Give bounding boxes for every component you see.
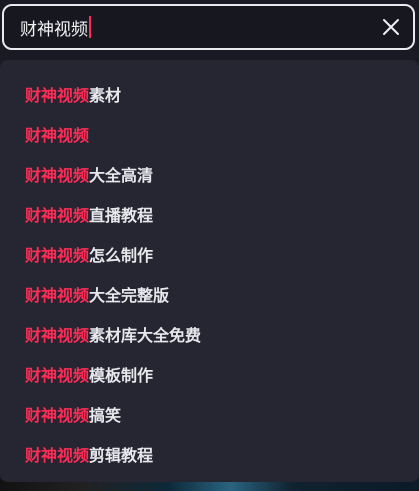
suggestion-highlight: 财神视频 [25,446,90,465]
search-bar[interactable]: 财神视频 [2,4,415,50]
suggestion-item[interactable]: 财神视频 素材 [0,74,419,114]
suggestion-highlight: 财神视频 [25,206,90,225]
suggestion-item[interactable]: 财神视频 大全完整版 [0,274,419,314]
suggestion-text: 搞笑 [89,406,122,425]
suggestion-highlight: 财神视频 [25,126,90,145]
search-suggestions-dropdown: 财神视频 素材 财神视频 财神视频 大全高清 财神视频 直播教程 财神视频 怎么制作 财… [0,60,419,482]
suggestion-item[interactable]: 财神视频 模板制作 [0,354,419,394]
text-cursor [89,16,91,38]
suggestion-highlight: 财神视频 [25,286,90,305]
suggestion-item[interactable]: 财神视频 怎么制作 [0,234,419,274]
suggestion-text: 素材库大全免费 [89,326,202,345]
suggestion-highlight: 财神视频 [25,166,90,185]
suggestion-item[interactable]: 财神视频 素材库大全免费 [0,314,419,354]
suggestion-highlight: 财神视频 [25,326,90,345]
suggestion-item[interactable]: 财神视频 剪辑教程 [0,434,419,474]
suggestion-text: 素材 [89,86,122,105]
suggestion-text: 怎么制作 [89,246,154,265]
close-icon [383,19,399,35]
suggestion-item[interactable]: 财神视频 直播教程 [0,194,419,234]
suggestion-highlight: 财神视频 [25,366,90,385]
suggestion-text: 大全高清 [89,166,154,185]
suggestion-item[interactable]: 财神视频 [0,114,419,154]
suggestion-text: 大全完整版 [89,286,170,305]
suggestion-highlight: 财神视频 [25,86,90,105]
search-input-wrapper[interactable]: 财神视频 [20,6,377,48]
suggestion-text: 剪辑教程 [89,446,154,465]
suggestion-item[interactable]: 财神视频 搞笑 [0,394,419,434]
suggestion-highlight: 财神视频 [25,246,90,265]
search-page: 财神视频 财神视频 素材 财神视频 财神视频 大全高清 财神视频 直播教程 财神视频怎… [0,0,419,491]
suggestion-highlight: 财神视频 [25,406,90,425]
suggestion-item[interactable]: 财神视频 大全高清 [0,154,419,194]
suggestion-text: 模板制作 [89,366,154,385]
search-input[interactable]: 财神视频 [20,15,88,40]
clear-search-button[interactable] [377,13,405,41]
suggestion-text: 直播教程 [89,206,154,225]
